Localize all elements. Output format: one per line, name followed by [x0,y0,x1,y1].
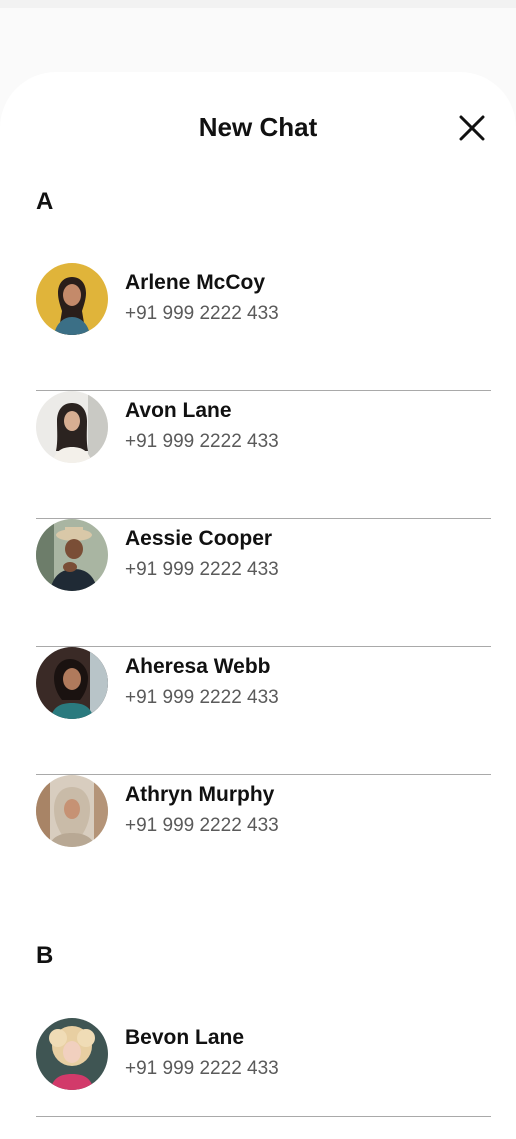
close-icon [459,115,485,141]
avatar [36,263,108,335]
contact-name: Bevon Lane [125,1026,245,1049]
contact-name: Athryn Murphy [125,783,275,806]
contact-name: Aessie Cooper [125,527,273,550]
section-header-a: A [36,188,54,215]
contact-phone: +91 999 2222 433 [125,303,279,324]
page-title: New Chat [198,112,318,142]
avatar [36,775,108,847]
contact-phone: +91 999 2222 433 [125,687,279,708]
new-chat-sheet: New Chat A Arlene McCoy +91 999 2222 433 [0,72,516,1139]
sheet-header: New Chat [0,72,516,182]
contact-row[interactable]: Arlene McCoy +91 999 2222 433 [36,263,491,391]
avatar [36,391,108,463]
contact-row[interactable]: Aheresa Webb +91 999 2222 433 [36,647,491,775]
contact-row[interactable]: Bevon Lane +91 999 2222 433 [36,1018,491,1117]
close-button[interactable] [456,112,488,144]
contact-name: Avon Lane [125,399,232,422]
avatar [36,519,108,591]
contact-phone: +91 999 2222 433 [125,815,279,836]
contact-phone: +91 999 2222 433 [125,559,279,580]
contact-row[interactable]: Avon Lane +91 999 2222 433 [36,391,491,519]
avatar [36,1018,108,1090]
avatar [36,647,108,719]
contact-row[interactable]: Athryn Murphy +91 999 2222 433 [36,775,491,903]
section-header-b: B [36,942,54,969]
contact-phone: +91 999 2222 433 [125,1058,279,1079]
contact-name: Arlene McCoy [125,271,266,294]
status-bar-area [0,0,516,8]
contact-phone: +91 999 2222 433 [125,431,279,452]
contact-row[interactable]: Aessie Cooper +91 999 2222 433 [36,519,491,647]
contact-name: Aheresa Webb [125,655,271,678]
